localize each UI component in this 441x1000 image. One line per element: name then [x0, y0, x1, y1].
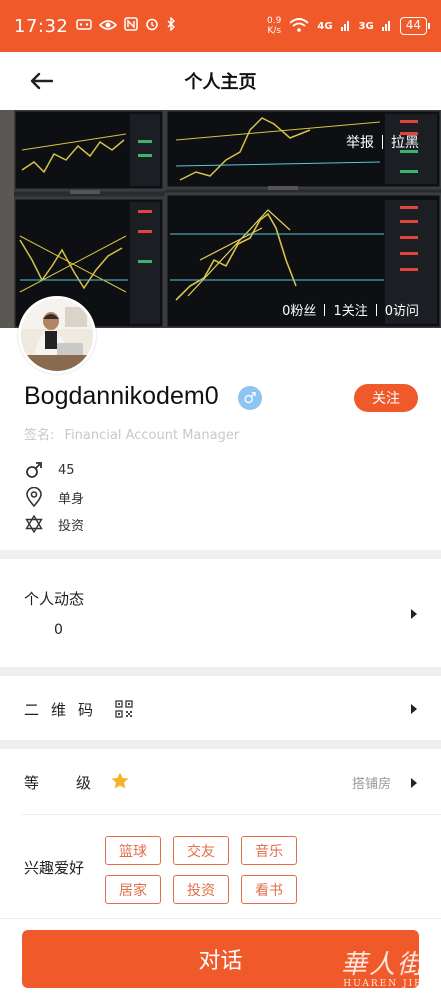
row-separator	[22, 814, 441, 815]
banner-actions: 举报 拉黑	[346, 132, 419, 152]
eye-icon	[99, 17, 118, 35]
signal-bars-icon	[340, 19, 351, 34]
status-bar: 17:32 0.9 K/s 4G 3G 44	[0, 0, 441, 52]
marital-row: 单身	[24, 487, 84, 507]
profile-stats: 0粉丝 1关注 0访问	[282, 300, 419, 319]
hobby-tag: 投资	[173, 875, 229, 904]
status-notification-icons	[76, 16, 176, 35]
avatar[interactable]	[18, 296, 96, 374]
age-row: 45	[24, 460, 75, 480]
hobby-tag: 看书	[241, 875, 297, 904]
male-gender-icon: ♂	[238, 386, 262, 410]
interest-value: 投资	[58, 518, 85, 534]
follow-button[interactable]: 关注	[354, 384, 418, 412]
qr-code-icon[interactable]	[115, 700, 133, 718]
row-separator	[0, 918, 441, 919]
chevron-right-icon[interactable]	[409, 607, 419, 621]
signal-bars-icon	[381, 19, 392, 34]
level-value: 搭铺房	[351, 777, 391, 792]
section-divider	[0, 667, 441, 676]
signature-label: 签名:	[24, 428, 55, 443]
star-of-david-icon	[24, 514, 44, 534]
profile-banner: 举报 拉黑 0粉丝 1关注 0访问	[0, 110, 441, 328]
fans-count[interactable]: 0粉丝	[282, 300, 316, 319]
visits-count[interactable]: 0访问	[385, 300, 419, 319]
avatar-image	[21, 299, 93, 371]
network-speed: 0.9 K/s	[267, 16, 282, 36]
qr-code-label: 二维码	[24, 701, 106, 719]
arrow-left-icon	[30, 72, 53, 90]
section-divider	[0, 740, 441, 749]
back-button[interactable]	[26, 66, 56, 96]
hobby-tag: 居家	[105, 875, 161, 904]
watermark-logo: 華人街 HUAREN JIE	[340, 950, 425, 989]
wifi-icon	[289, 17, 309, 35]
report-button[interactable]: 举报	[346, 132, 374, 152]
male-icon	[24, 460, 44, 480]
battery-indicator: 44	[399, 17, 431, 35]
alarm-icon	[145, 17, 159, 35]
signal-4g-label: 4G	[317, 20, 333, 32]
nav-bar: 个人主页	[0, 52, 441, 110]
age-value: 45	[58, 462, 75, 478]
chevron-right-icon[interactable]	[409, 702, 419, 716]
divider	[382, 135, 383, 149]
nfc-icon	[124, 17, 139, 35]
moments-label: 个人动态	[24, 590, 85, 608]
divider	[324, 303, 326, 316]
level-label-first: 等	[24, 774, 40, 792]
following-count[interactable]: 1关注	[333, 300, 367, 319]
level-label-second: 级	[76, 774, 92, 792]
interest-row: 投资	[24, 514, 84, 534]
section-divider	[0, 550, 441, 559]
signature-text: Financial Account Manager	[64, 428, 240, 443]
bluetooth-icon	[166, 16, 176, 35]
marital-status: 单身	[58, 491, 85, 507]
star-icon	[111, 772, 129, 789]
signature: 签名: Financial Account Manager	[24, 424, 239, 443]
hobby-tag: 音乐	[241, 836, 297, 865]
hobby-tag: 篮球	[105, 836, 161, 865]
moments-count: 0	[54, 622, 63, 638]
block-button[interactable]: 拉黑	[391, 132, 419, 152]
chevron-right-icon[interactable]	[409, 776, 419, 790]
signal-3g-label: 3G	[358, 20, 374, 32]
page-title: 个人主页	[184, 72, 257, 93]
hobbies-label: 兴趣爱好	[24, 859, 85, 877]
divider	[375, 303, 377, 316]
notification-icon	[76, 17, 93, 35]
status-system-icons: 0.9 K/s 4G 3G 44	[267, 16, 431, 36]
username: Bogdannikodem0	[24, 382, 219, 410]
status-time: 17:32	[14, 15, 69, 37]
location-pin-icon	[24, 487, 44, 507]
hobby-tag: 交友	[173, 836, 229, 865]
